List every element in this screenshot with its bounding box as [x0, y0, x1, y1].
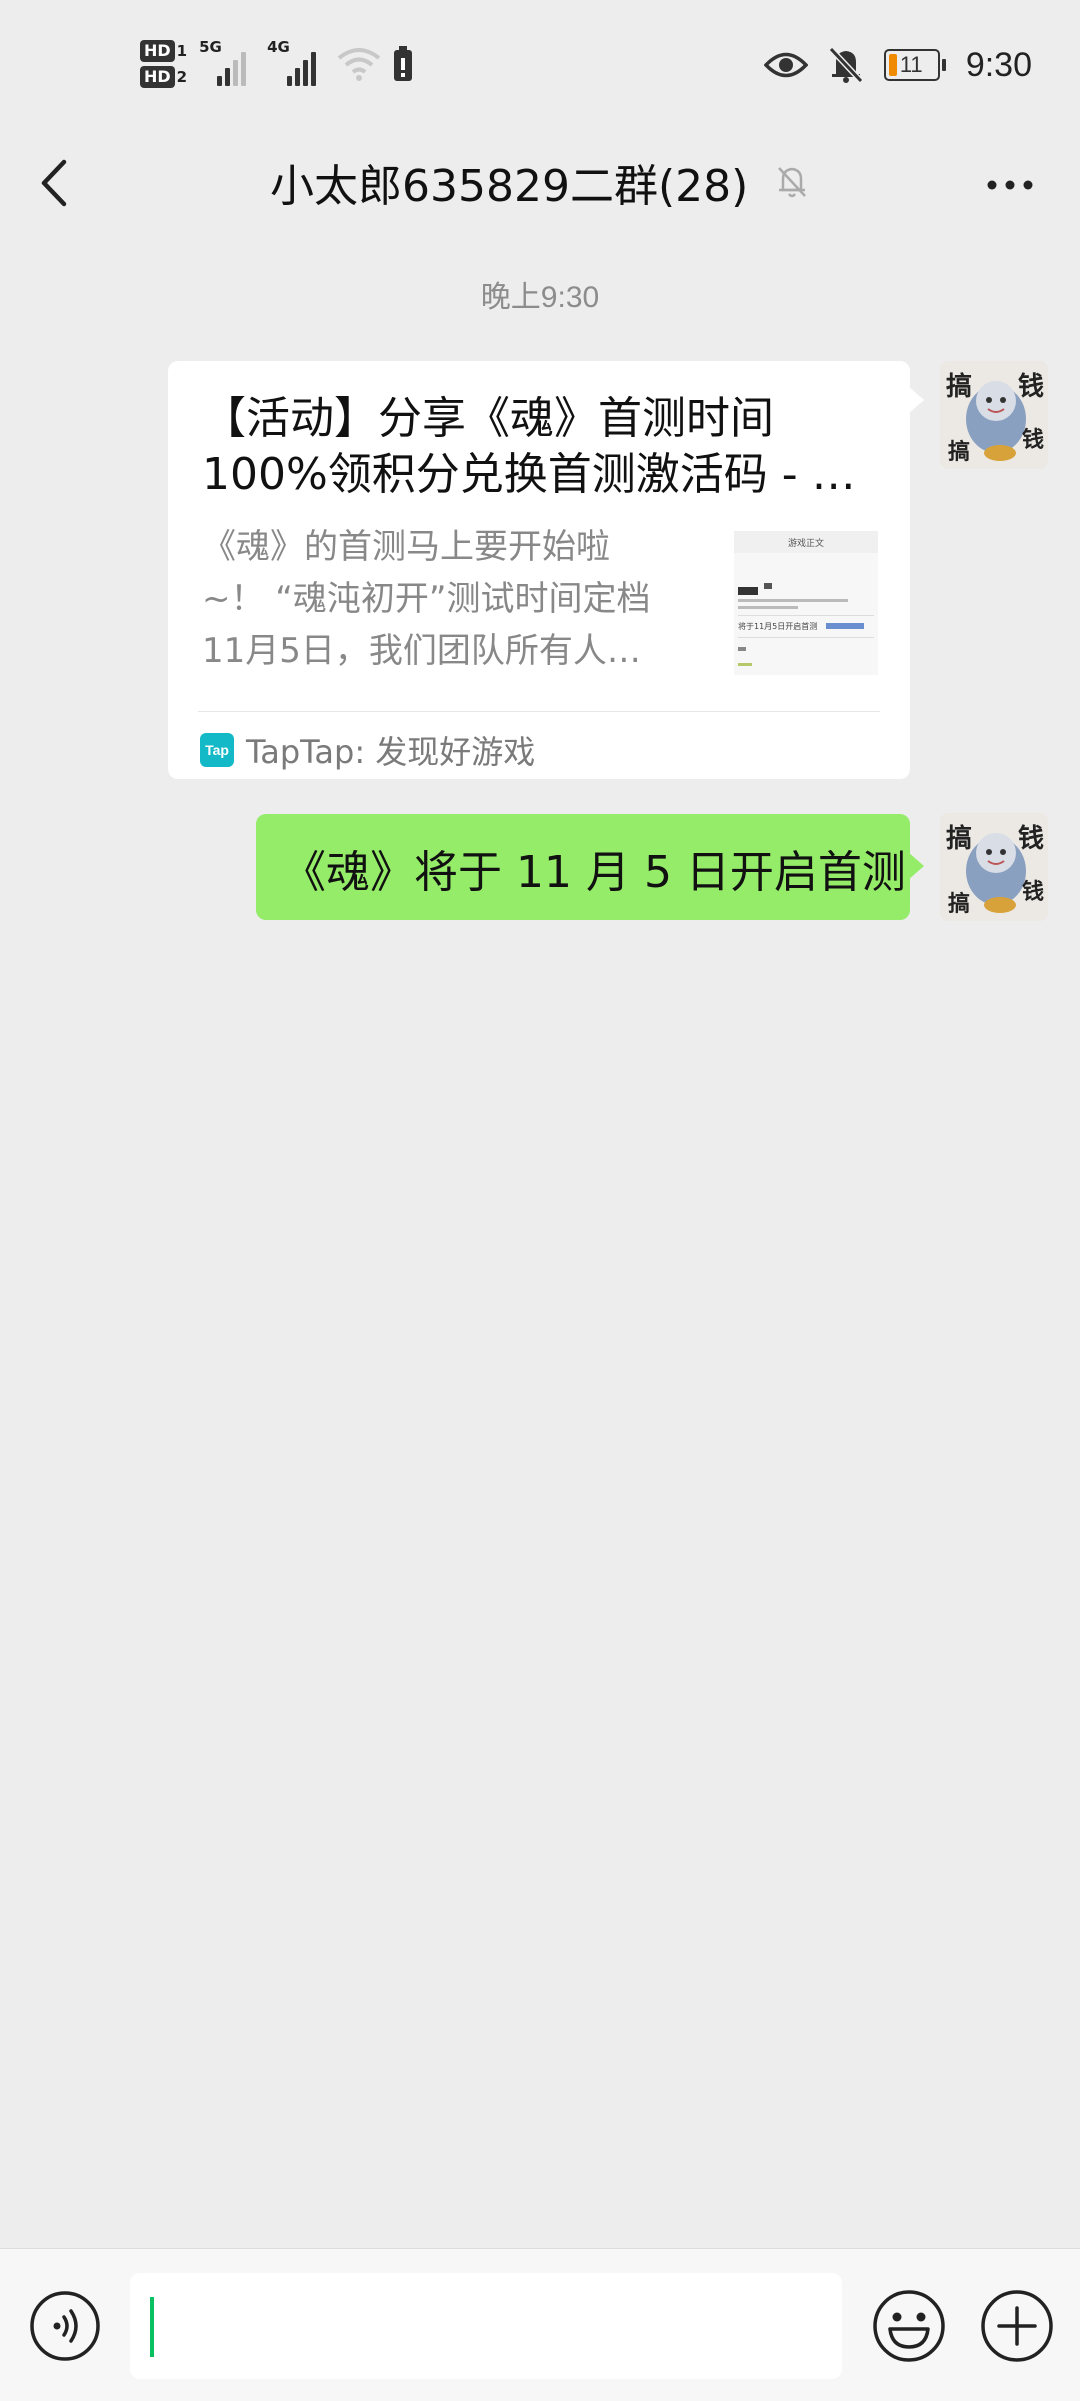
- avatar[interactable]: 搞 钱 搞 钱: [940, 813, 1048, 921]
- status-left-indicators: HD 1 HD 2 5G 4G: [140, 36, 413, 92]
- svg-text:钱: 钱: [1018, 372, 1044, 402]
- sim-number: 1: [176, 42, 188, 60]
- card-divider: [198, 711, 880, 712]
- back-arrow-icon[interactable]: [26, 148, 86, 218]
- avatar[interactable]: 搞 钱 搞 钱: [940, 361, 1048, 469]
- link-card-title: 【活动】分享《魂》首测时间 100%领积分兑换首测激活码 - …: [202, 391, 882, 503]
- network-5g-label: 5G: [199, 38, 222, 56]
- hd-2: HD 2: [140, 66, 187, 88]
- svg-text:钱: 钱: [1018, 824, 1044, 854]
- plus-icon[interactable]: [978, 2287, 1056, 2365]
- battery-level: 11: [899, 52, 923, 77]
- card-bubble-tail: [908, 386, 924, 414]
- card-desc-line: ~！ “魂沌初开”测试时间定档: [202, 579, 651, 619]
- card-desc-line: 11月5日，我们团队所有人…: [202, 631, 641, 671]
- battery-saver-icon: [394, 46, 413, 81]
- wifi-icon: [337, 48, 381, 81]
- taptap-logo-icon: Tap: [200, 733, 234, 767]
- input-bar: [0, 2248, 1080, 2401]
- avatar-image: 搞 钱 搞 钱: [940, 361, 1048, 469]
- message-timestamp: 晚上9:30: [480, 281, 600, 314]
- link-card-thumbnail: 游戏正文 将于11月5日开启首测: [734, 531, 878, 675]
- card-title-line: 100%领积分兑换首测激活码 - …: [202, 449, 856, 500]
- chat-header: 小太郎635829二群(28): [0, 130, 1080, 242]
- mute-bell-icon: [828, 46, 864, 84]
- svg-text:搞: 搞: [948, 891, 970, 917]
- svg-text:搞: 搞: [946, 371, 972, 402]
- svg-text:将于11月5日开启首测: 将于11月5日开启首测: [738, 621, 817, 631]
- sent-message-bubble[interactable]: 《魂》将于 11 月 5 日开启首测: [256, 814, 910, 920]
- svg-text:游戏正文: 游戏正文: [788, 537, 824, 549]
- link-card-source: Tap TapTap: 发现好游戏: [200, 727, 535, 773]
- link-card[interactable]: 【活动】分享《魂》首测时间 100%领积分兑换首测激活码 - … 《魂》的首测马…: [168, 361, 910, 779]
- message-input[interactable]: [130, 2273, 842, 2379]
- signal-5g-icon: 5G: [199, 38, 255, 86]
- chat-title: 小太郎635829二群(28): [270, 161, 749, 212]
- card-title-line: 【活动】分享《魂》首测时间: [202, 393, 774, 444]
- svg-text:搞: 搞: [946, 823, 972, 854]
- status-right-indicators: 11 9:30: [763, 40, 1032, 90]
- sim-number: 2: [176, 68, 188, 86]
- signal-4g-icon: 4G: [267, 38, 325, 86]
- svg-text:钱: 钱: [1022, 879, 1044, 905]
- link-card-description: 《魂》的首测马上要开始啦 ~！ “魂沌初开”测试时间定档 11月5日，我们团队所…: [202, 521, 692, 677]
- muted-notification-icon: [778, 167, 807, 198]
- card-desc-line: 《魂》的首测马上要开始啦: [202, 527, 610, 567]
- voice-input-icon[interactable]: [28, 2289, 102, 2363]
- hd-indicators: HD 1 HD 2: [140, 40, 187, 88]
- title-group: 小太郎635829二群(28): [270, 150, 810, 214]
- thumbnail-image: 游戏正文 将于11月5日开启首测: [734, 531, 878, 675]
- avatar-image: 搞 钱 搞 钱: [940, 813, 1048, 921]
- hd-label: HD: [140, 66, 175, 88]
- battery-icon: 11: [883, 49, 946, 81]
- svg-text:搞: 搞: [948, 439, 970, 465]
- hd-1: HD 1: [140, 40, 187, 62]
- status-bar: HD 1 HD 2 5G 4G 11 9:30: [0, 0, 1080, 130]
- more-options-icon[interactable]: [980, 160, 1040, 210]
- network-4g-label: 4G: [267, 38, 290, 56]
- clock: 9:30: [965, 45, 1032, 84]
- emoji-icon[interactable]: [870, 2287, 948, 2365]
- text-cursor: [150, 2297, 154, 2357]
- eye-icon: [763, 52, 808, 78]
- message-text: 《魂》将于 11 月 5 日开启首测: [282, 847, 906, 898]
- source-label: TapTap: 发现好游戏: [246, 733, 536, 771]
- message-bubble-tail: [908, 852, 924, 880]
- hd-label: HD: [140, 40, 175, 62]
- svg-text:钱: 钱: [1022, 427, 1044, 453]
